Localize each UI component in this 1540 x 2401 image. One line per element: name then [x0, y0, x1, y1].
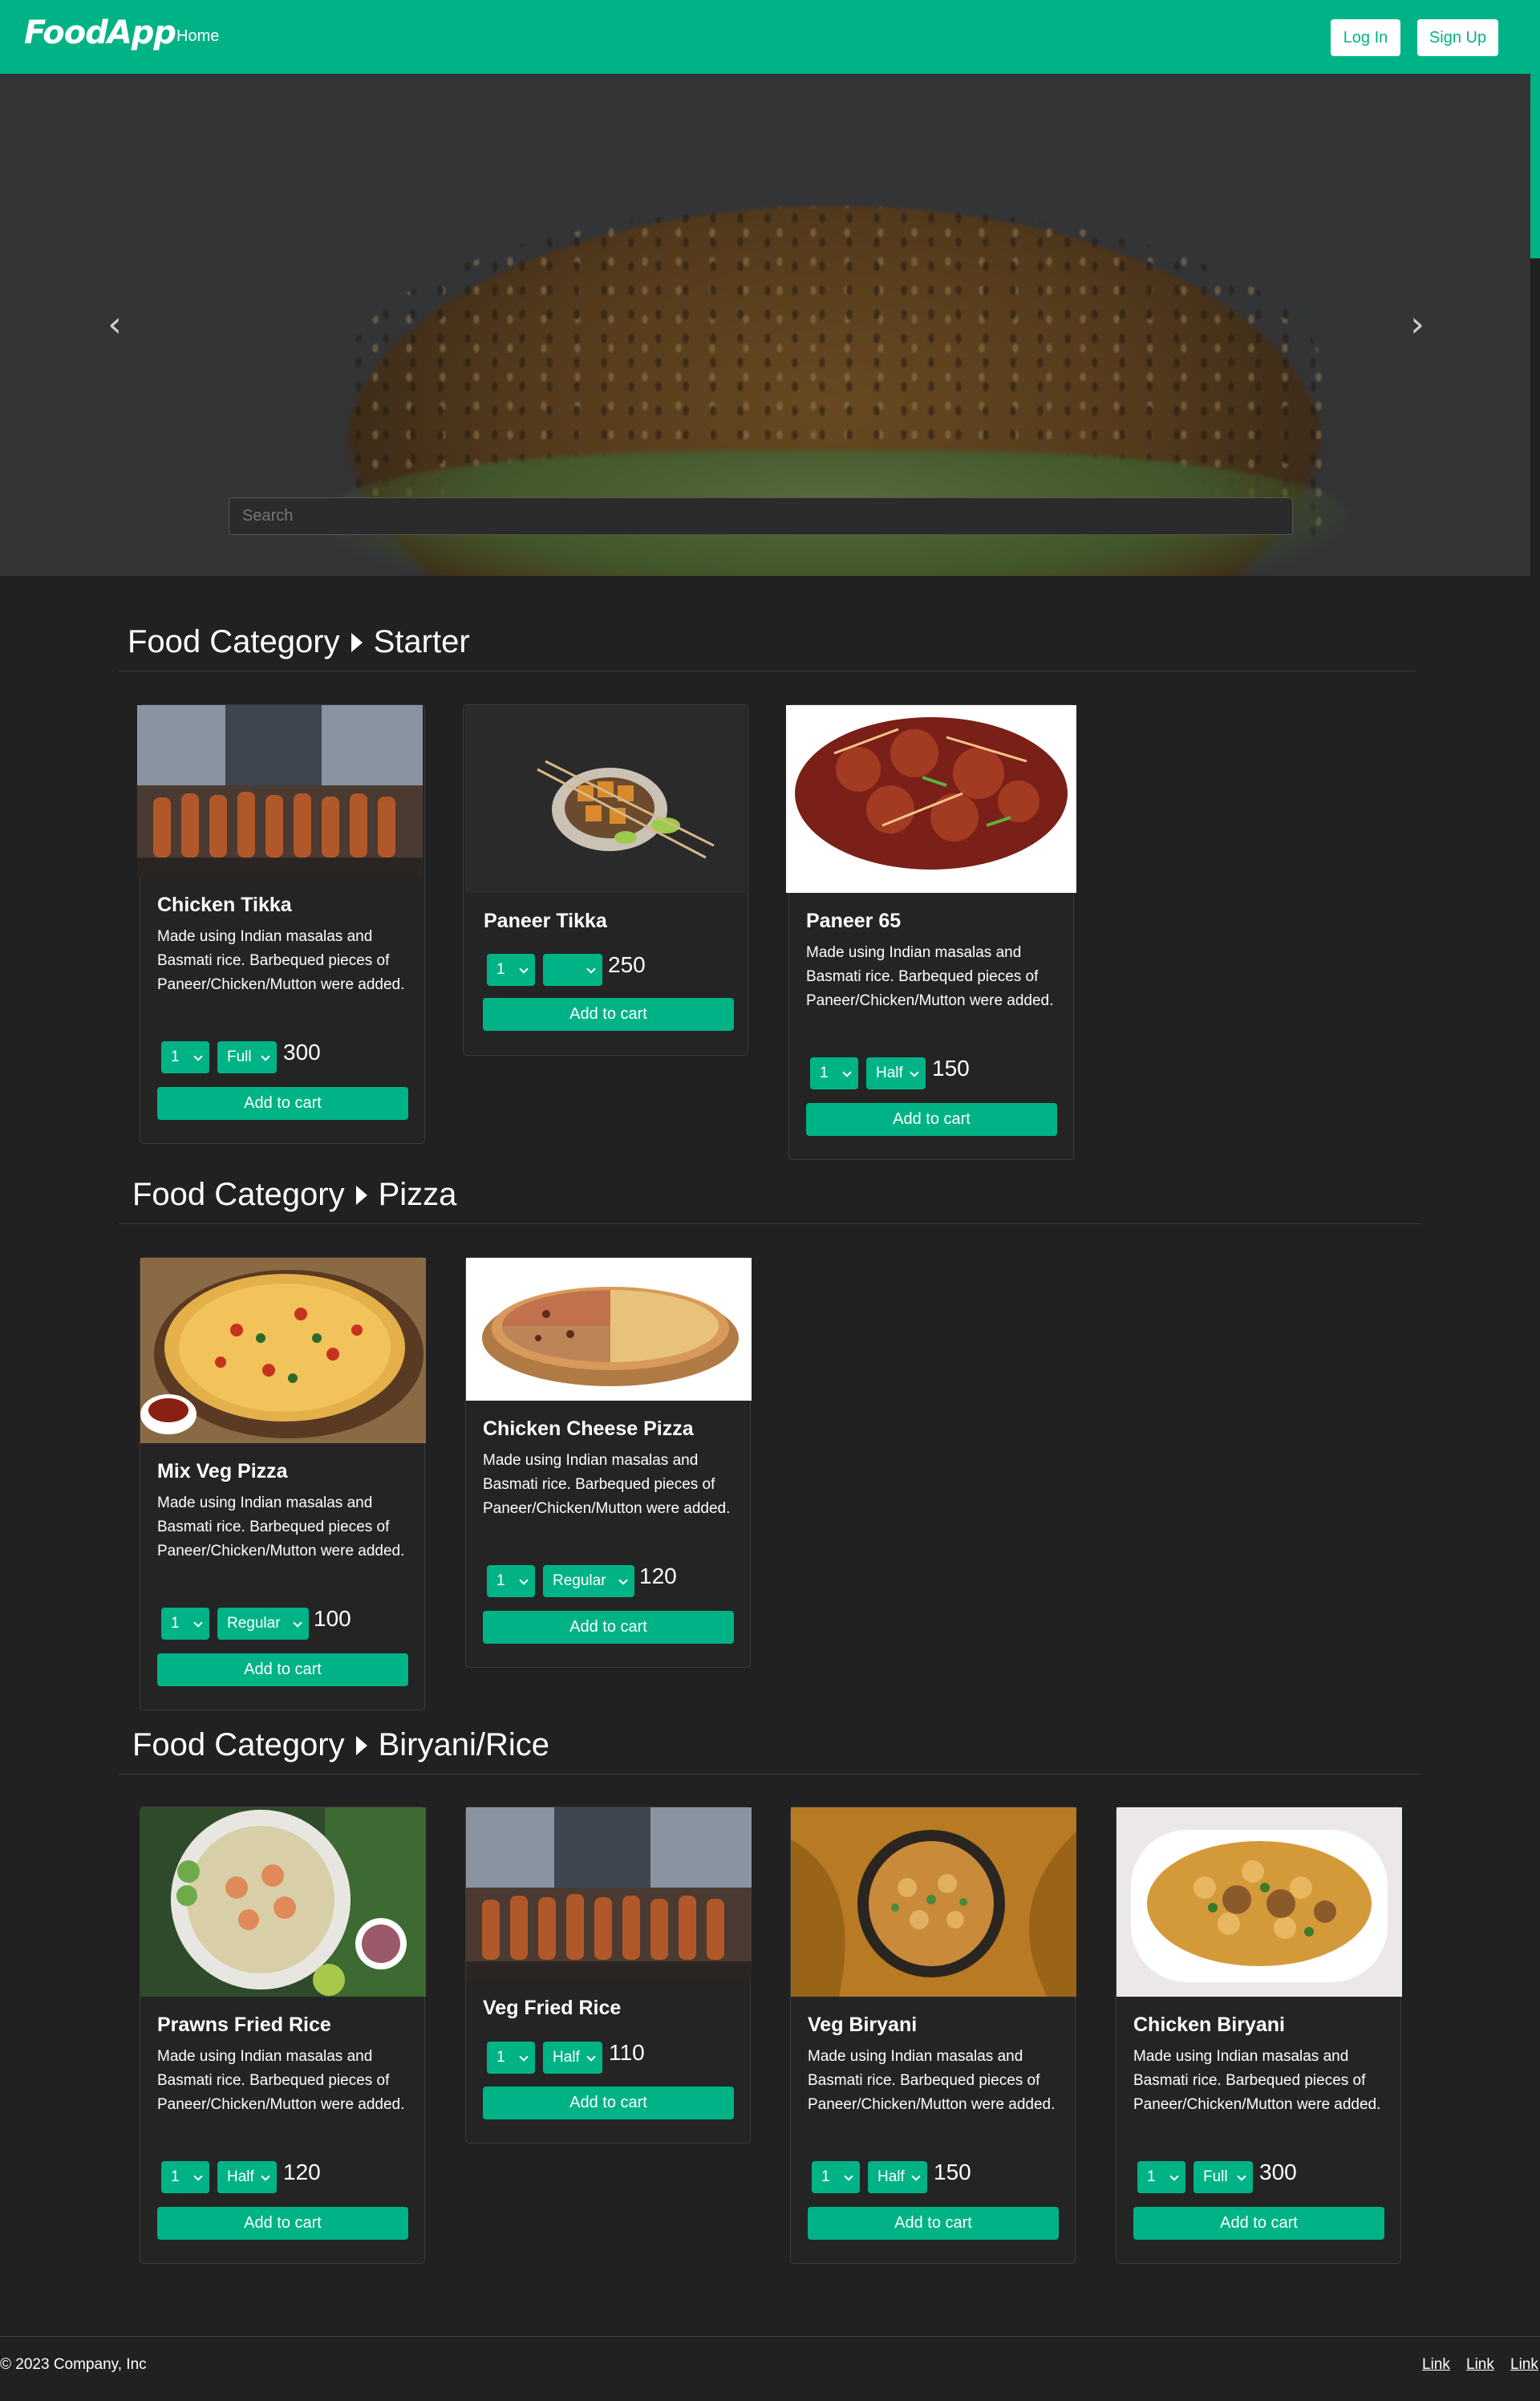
- size-select[interactable]: Half: [866, 1057, 926, 1089]
- food-name: Chicken Biryani: [1133, 2014, 1285, 2036]
- search-input[interactable]: [229, 497, 1293, 535]
- quantity-select[interactable]: 1: [161, 2161, 209, 2193]
- food-description: Made using Indian masalas and Basmati ri…: [157, 1495, 405, 1559]
- food-image-prawns-fried-rice: [140, 1807, 426, 1997]
- food-name: Veg Fried Rice: [483, 1997, 622, 2019]
- add-to-cart-button[interactable]: Add to cart: [1133, 2207, 1384, 2240]
- scrollbar-track[interactable]: [1530, 258, 1540, 576]
- footer-link-1[interactable]: Link: [1422, 2356, 1450, 2374]
- food-image-chicken-biryani: [1116, 1807, 1402, 1997]
- add-to-cart-button[interactable]: Add to cart: [157, 1087, 408, 1120]
- category-title-pizza: Food Category Pizza: [132, 1177, 456, 1213]
- size-select[interactable]: Half: [543, 2042, 602, 2074]
- quantity-select[interactable]: 1: [487, 954, 535, 986]
- size-select[interactable]: [543, 954, 602, 986]
- category-name: Biryani/Rice: [378, 1727, 549, 1762]
- food-name: Chicken Cheese Pizza: [483, 1417, 694, 1440]
- nav-link-home[interactable]: Home: [176, 27, 219, 46]
- caret-right-icon: [351, 632, 363, 652]
- food-card-paneer-65: Paneer 65 Made using Indian masalas and …: [786, 704, 1076, 1160]
- category-label: Food Category: [132, 1727, 345, 1762]
- food-card-chicken-biryani: Chicken Biryani Made using Indian masala…: [1116, 1807, 1402, 2264]
- size-select[interactable]: Regular: [543, 1565, 634, 1597]
- food-card-prawns-fried-rice: Prawns Fried Rice Made using Indian masa…: [140, 1807, 426, 2264]
- food-description: Made using Indian masalas and Basmati ri…: [483, 1452, 731, 1517]
- caret-right-icon: [355, 1735, 367, 1755]
- food-price: 110: [609, 2040, 645, 2065]
- food-image-chicken-tikka: [137, 705, 423, 878]
- quantity-select[interactable]: 1: [1137, 2161, 1185, 2193]
- size-select[interactable]: Full: [1194, 2161, 1253, 2193]
- category-title-biryani-rice: Food Category Biryani/Rice: [132, 1727, 549, 1763]
- food-price: 250: [608, 952, 646, 977]
- food-name: Veg Biryani: [808, 2014, 918, 2036]
- category-name: Pizza: [378, 1177, 457, 1212]
- chevron-left-icon[interactable]: ‹: [103, 305, 127, 345]
- food-name: Prawns Fried Rice: [157, 2014, 331, 2036]
- add-to-cart-button[interactable]: Add to cart: [483, 998, 734, 1031]
- signup-button[interactable]: Sign Up: [1417, 19, 1498, 56]
- footer-divider: [0, 2336, 1540, 2337]
- add-to-cart-button[interactable]: Add to cart: [157, 2207, 408, 2240]
- brand-logo[interactable]: FoodApp: [24, 14, 176, 51]
- food-card-veg-biryani: Veg Biryani Made using Indian masalas an…: [790, 1807, 1076, 2264]
- category-name: Starter: [373, 624, 470, 659]
- footer-link-2[interactable]: Link: [1466, 2356, 1494, 2374]
- food-card-paneer-tikka: Paneer Tikka 1 250 Add to cart: [463, 704, 748, 1056]
- food-description: Made using Indian masalas and Basmati ri…: [1133, 2048, 1381, 2113]
- category-label: Food Category: [132, 1177, 345, 1212]
- food-image-chicken-cheese-pizza: [466, 1258, 752, 1401]
- scrollbar-thumb[interactable]: [1530, 74, 1540, 258]
- quantity-select[interactable]: 1: [161, 1041, 209, 1073]
- food-name: Paneer 65: [806, 910, 902, 932]
- caret-right-icon: [355, 1185, 367, 1205]
- footer-copyright: © 2023 Company, Inc: [0, 2356, 147, 2373]
- food-price: 150: [932, 1056, 970, 1081]
- chevron-right-icon[interactable]: ›: [1405, 305, 1429, 345]
- add-to-cart-button[interactable]: Add to cart: [483, 1611, 734, 1644]
- category-divider: [119, 1223, 1420, 1224]
- food-name: Mix Veg Pizza: [157, 1460, 288, 1482]
- quantity-select[interactable]: 1: [487, 2042, 535, 2074]
- food-image-paneer-65: [786, 705, 1076, 893]
- food-description: Made using Indian masalas and Basmati ri…: [808, 2048, 1056, 2113]
- food-price: 150: [934, 2160, 971, 2184]
- food-description: Made using Indian masalas and Basmati ri…: [806, 944, 1054, 1009]
- size-select[interactable]: Half: [868, 2161, 927, 2193]
- food-name: Paneer Tikka: [484, 910, 607, 932]
- food-description: Made using Indian masalas and Basmati ri…: [157, 2048, 405, 2113]
- size-select[interactable]: Regular: [217, 1608, 309, 1640]
- food-card-chicken-tikka: Chicken Tikka Made using Indian masalas …: [137, 704, 425, 1144]
- navbar: FoodApp Home Log In Sign Up: [0, 0, 1540, 74]
- quantity-select[interactable]: 1: [810, 1057, 858, 1089]
- food-price: 120: [639, 1563, 677, 1588]
- quantity-select[interactable]: 1: [161, 1608, 209, 1640]
- food-price: 100: [314, 1606, 351, 1631]
- food-price: 120: [283, 2160, 321, 2184]
- category-title-starter: Food Category Starter: [128, 624, 470, 660]
- quantity-select[interactable]: 1: [487, 1565, 535, 1597]
- food-card-veg-fried-rice: Veg Fried Rice 1 Half 110 Add to cart: [465, 1807, 752, 2143]
- food-image-veg-fried-rice: [466, 1807, 752, 1981]
- food-name: Chicken Tikka: [157, 894, 292, 916]
- food-card-chicken-cheese-pizza: Chicken Cheese Pizza Made using Indian m…: [465, 1257, 752, 1668]
- size-select[interactable]: Half: [217, 2161, 277, 2193]
- food-image-veg-biryani: [791, 1807, 1076, 1997]
- add-to-cart-button[interactable]: Add to cart: [806, 1103, 1057, 1136]
- add-to-cart-button[interactable]: Add to cart: [808, 2207, 1059, 2240]
- footer-link-3[interactable]: Link: [1510, 2356, 1538, 2374]
- food-image-paneer-tikka: [465, 705, 746, 893]
- food-price: 300: [283, 1040, 321, 1065]
- food-description: Made using Indian masalas and Basmati ri…: [157, 928, 405, 993]
- size-select[interactable]: Full: [217, 1041, 277, 1073]
- add-to-cart-button[interactable]: Add to cart: [157, 1653, 408, 1686]
- food-price: 300: [1259, 2160, 1297, 2184]
- login-button[interactable]: Log In: [1331, 19, 1400, 56]
- add-to-cart-button[interactable]: Add to cart: [483, 2087, 734, 2119]
- food-card-mix-veg-pizza: Mix Veg Pizza Made using Indian masalas …: [140, 1257, 426, 1710]
- food-image-mix-veg-pizza: [140, 1258, 426, 1443]
- category-label: Food Category: [128, 624, 340, 659]
- quantity-select[interactable]: 1: [812, 2161, 860, 2193]
